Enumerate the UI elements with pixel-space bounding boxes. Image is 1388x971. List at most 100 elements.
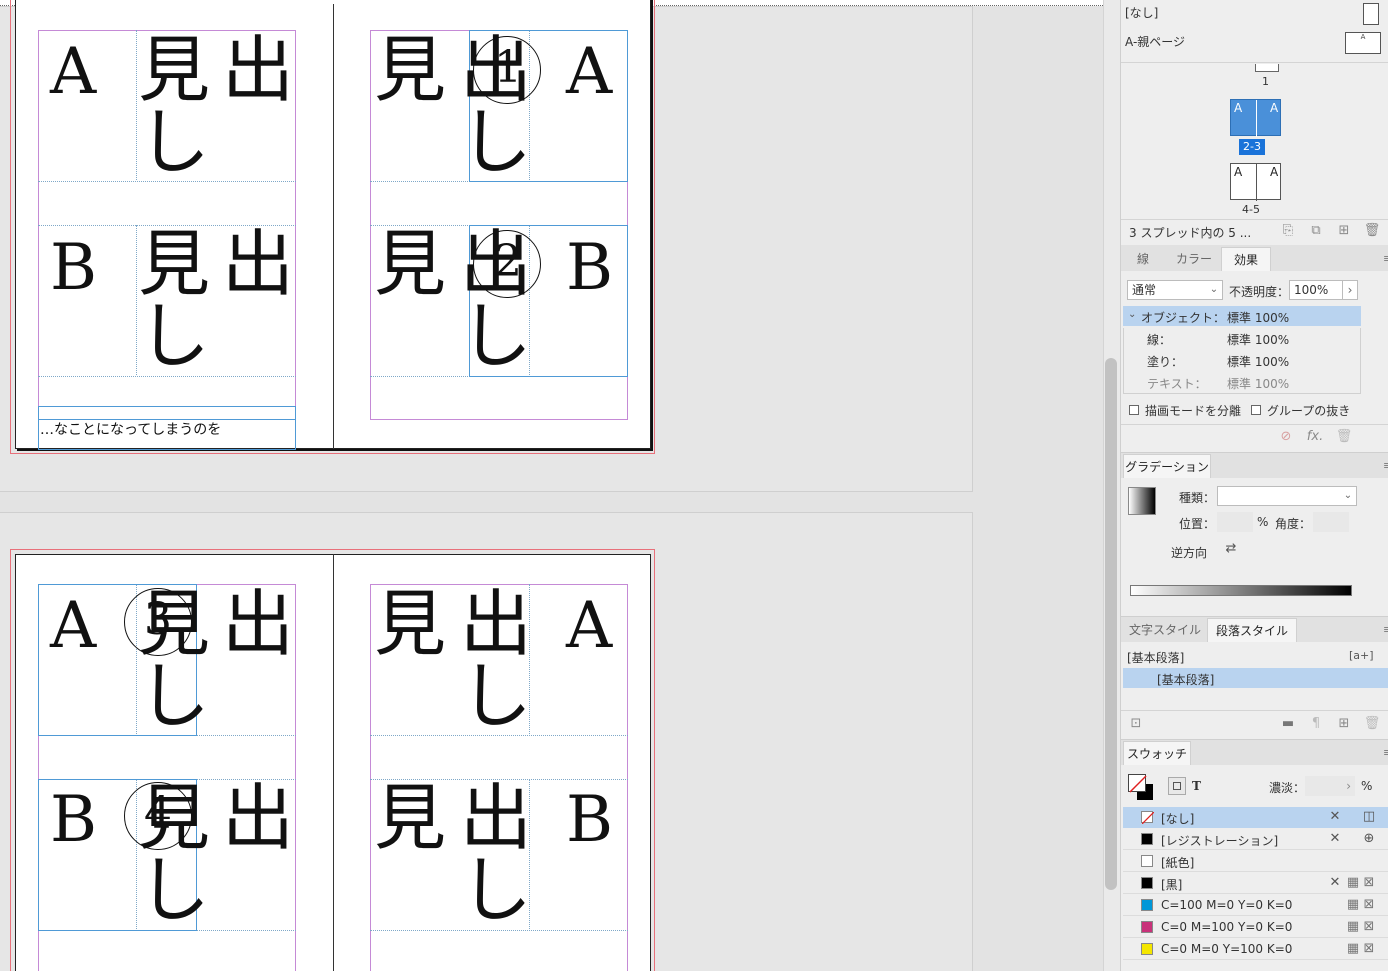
heading-letter[interactable]: B bbox=[50, 236, 97, 300]
heading-char[interactable]: 出 bbox=[222, 228, 294, 300]
heading-letter[interactable]: A bbox=[50, 594, 96, 658]
clear-effects-icon[interactable]: ⊘ bbox=[1277, 430, 1295, 444]
heading-char[interactable]: 見 bbox=[374, 228, 446, 300]
column-guide bbox=[136, 225, 137, 375]
document-canvas[interactable]: A 見 出 し B 見 出 し …なことになってしまうのを 見 出 し A 1 … bbox=[0, 0, 1103, 971]
new-style-icon[interactable]: ⊞ bbox=[1335, 717, 1353, 731]
fill-proxy[interactable] bbox=[1128, 774, 1147, 793]
new-style-from-selection-icon[interactable]: [a+] bbox=[1349, 649, 1374, 663]
spread-2-3-label[interactable]: 2-3 bbox=[1239, 139, 1265, 155]
spread-4-5-label[interactable]: 4-5 bbox=[1242, 203, 1260, 216]
circled-number[interactable]: 2 bbox=[494, 240, 522, 284]
heading-char[interactable]: 出 bbox=[460, 782, 532, 854]
heading-letter[interactable]: A bbox=[566, 40, 612, 104]
heading-letter[interactable]: B bbox=[566, 788, 613, 852]
new-page-icon[interactable]: ⊞ bbox=[1335, 224, 1353, 238]
format-container-icon[interactable] bbox=[1168, 777, 1186, 795]
heading-letter[interactable]: A bbox=[50, 40, 96, 104]
tab-paragraph-styles[interactable]: 段落スタイル bbox=[1207, 618, 1297, 642]
parent-master-thumb[interactable]: A bbox=[1345, 32, 1381, 54]
fx-icon[interactable]: fx. bbox=[1305, 430, 1325, 444]
heading-letter[interactable]: A bbox=[566, 594, 612, 658]
effect-fill-label[interactable]: 塗り： bbox=[1147, 353, 1183, 370]
heading-char[interactable]: 出 bbox=[460, 588, 532, 660]
tint-input[interactable]: › bbox=[1305, 776, 1355, 796]
heading-char[interactable]: し bbox=[460, 106, 532, 178]
swatch-chip bbox=[1141, 833, 1153, 845]
heading-char[interactable]: 見 bbox=[374, 34, 446, 106]
heading-char[interactable]: し bbox=[460, 300, 532, 372]
gradient-ramp[interactable] bbox=[1130, 585, 1352, 596]
master-options-icon[interactable]: ⧉ bbox=[1307, 224, 1325, 238]
spread-4-5-thumb[interactable]: A A bbox=[1230, 163, 1281, 201]
page-1-thumb[interactable] bbox=[1255, 64, 1279, 72]
opacity-arrow-icon[interactable]: › bbox=[1342, 280, 1358, 300]
chevron-down-icon[interactable]: ⌄ bbox=[1128, 309, 1136, 320]
heading-char[interactable]: し bbox=[138, 300, 210, 372]
tab-stroke[interactable]: 線 bbox=[1125, 247, 1161, 271]
thumb-spine bbox=[1256, 164, 1257, 201]
clear-overrides-icon[interactable]: ¶ bbox=[1307, 717, 1325, 731]
pages-parent-master[interactable]: A-親ページ bbox=[1125, 33, 1185, 50]
tab-swatches[interactable]: スウォッチ bbox=[1123, 741, 1191, 765]
delete-style-icon[interactable]: 🗑 bbox=[1363, 717, 1381, 731]
chevron-down-icon[interactable]: ⌄ bbox=[1341, 488, 1355, 504]
edit-page-size-icon[interactable]: ⎘ bbox=[1279, 224, 1297, 238]
heading-char[interactable]: 見 bbox=[138, 228, 210, 300]
tab-gradient[interactable]: グラデーション bbox=[1123, 454, 1211, 478]
opacity-input[interactable]: 100% bbox=[1289, 280, 1343, 300]
swatch-name: [紙色] bbox=[1161, 856, 1195, 870]
gradient-location-input[interactable] bbox=[1217, 512, 1253, 532]
heading-char[interactable]: し bbox=[460, 660, 532, 732]
delete-effect-icon[interactable]: 🗑 bbox=[1335, 430, 1353, 444]
body-text[interactable]: …なことになってしまうのを bbox=[40, 419, 221, 439]
heading-char[interactable]: 出 bbox=[222, 34, 294, 106]
heading-char[interactable]: 見 bbox=[374, 782, 446, 854]
isolate-blending-checkbox[interactable] bbox=[1129, 405, 1139, 415]
panel-menu-icon[interactable]: ≡ bbox=[1383, 746, 1388, 759]
format-text-icon[interactable]: T bbox=[1192, 779, 1201, 793]
panel-menu-icon[interactable]: ≡ bbox=[1383, 459, 1388, 472]
spread-2-3-thumb[interactable]: A A bbox=[1230, 99, 1281, 137]
scrollbar-thumb[interactable] bbox=[1105, 358, 1117, 890]
cmyk-icon: ⊠ bbox=[1363, 941, 1375, 956]
registration-icon: ⊕ bbox=[1363, 831, 1375, 846]
gradient-angle-label: 角度： bbox=[1275, 517, 1312, 531]
heading-letter[interactable]: B bbox=[50, 788, 97, 852]
heading-char[interactable]: し bbox=[460, 854, 532, 926]
reverse-gradient-icon[interactable]: ⇄ bbox=[1221, 542, 1241, 556]
pages-none-master[interactable]: [なし] bbox=[1125, 4, 1158, 21]
process-color-icon: ▦ bbox=[1346, 875, 1360, 890]
heading-char[interactable]: し bbox=[138, 660, 210, 732]
effect-stroke-label[interactable]: 線： bbox=[1147, 331, 1171, 348]
tint-percent: % bbox=[1361, 779, 1373, 793]
effect-text-label[interactable]: テキスト： bbox=[1147, 375, 1207, 392]
swatch-chip bbox=[1141, 811, 1154, 824]
tab-character-styles[interactable]: 文字スタイル bbox=[1127, 618, 1203, 642]
delete-page-icon[interactable]: 🗑 bbox=[1363, 224, 1381, 238]
panel-menu-icon[interactable]: ≡ bbox=[1383, 252, 1388, 265]
page-1-label[interactable]: 1 bbox=[1262, 75, 1269, 88]
heading-letter[interactable]: B bbox=[566, 236, 613, 300]
heading-char[interactable]: し bbox=[138, 106, 210, 178]
heading-char[interactable]: 見 bbox=[374, 588, 446, 660]
swatch-name: C=100 M=0 Y=0 K=0 bbox=[1161, 898, 1293, 912]
none-master-thumb[interactable] bbox=[1363, 3, 1379, 25]
heading-char[interactable]: 見 bbox=[138, 34, 210, 106]
heading-char[interactable]: し bbox=[138, 854, 210, 926]
circled-number[interactable]: 3 bbox=[144, 598, 172, 642]
heading-char[interactable]: 出 bbox=[222, 782, 294, 854]
swatch-name: C=0 M=0 Y=100 K=0 bbox=[1161, 942, 1293, 956]
knockout-group-checkbox[interactable] bbox=[1251, 405, 1261, 415]
heading-char[interactable]: 出 bbox=[222, 588, 294, 660]
chevron-down-icon[interactable]: ⌄ bbox=[1207, 281, 1221, 299]
panel-menu-icon[interactable]: ≡ bbox=[1383, 623, 1388, 636]
tab-color[interactable]: カラー bbox=[1171, 247, 1217, 271]
circled-number[interactable]: 1 bbox=[494, 46, 522, 90]
tab-effects[interactable]: 効果 bbox=[1221, 247, 1271, 271]
circled-number[interactable]: 4 bbox=[144, 792, 172, 836]
gradient-angle-input[interactable] bbox=[1313, 512, 1349, 532]
gradient-type-select[interactable] bbox=[1217, 486, 1357, 506]
style-mapping-icon[interactable]: ⊡ bbox=[1127, 717, 1145, 731]
folder-icon[interactable]: ▬ bbox=[1279, 717, 1297, 731]
